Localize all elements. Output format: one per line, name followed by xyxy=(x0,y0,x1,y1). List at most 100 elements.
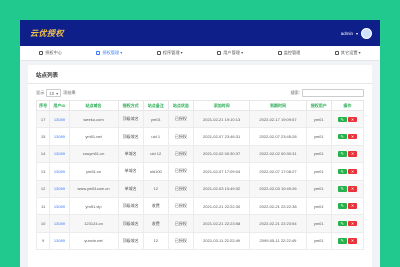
auth-user-cell: ym01 xyxy=(305,127,332,146)
auth-type-cell: 顶级域名 xyxy=(117,109,144,129)
logo: 云优授权 xyxy=(30,27,64,38)
site-status-cell: 已授权 xyxy=(167,109,194,129)
table-row: 11 13089 ym51.vip 顶级域名 收费 已授权 2021-02-21 22:22… xyxy=(35,196,365,216)
nav-item-other-settings[interactable]: 其它设置 ▾ xyxy=(334,50,361,56)
nav-item-monitor-manage[interactable]: 监控管理 xyxy=(277,50,300,56)
added-time-cell: 2021-02-21 22:23:58 xyxy=(192,214,251,233)
page-size-select[interactable]: 10 ▾ xyxy=(46,89,62,97)
auth-type-cell: 单域名 xyxy=(117,179,144,198)
show-label: 显示 xyxy=(36,90,45,95)
chevron-down-icon[interactable]: ▾ xyxy=(356,31,358,36)
site-note-cell: 12 xyxy=(142,179,169,198)
column-header[interactable]: 到期时间 xyxy=(249,100,307,111)
site-note-cell: uid 1 xyxy=(142,127,169,146)
column-header[interactable]: 站点域名 xyxy=(68,100,119,111)
column-header[interactable]: 用户ID xyxy=(49,100,70,111)
expire-time-cell: 2022-02-21 22:23:54 xyxy=(249,214,307,233)
trash-icon[interactable]: ✕ xyxy=(348,220,358,227)
trash-icon[interactable]: ✕ xyxy=(348,203,358,209)
user-id-cell[interactable]: 13089 xyxy=(49,179,70,198)
user-id-cell[interactable]: 13089 xyxy=(49,214,70,233)
avatar[interactable] xyxy=(361,27,372,39)
site-note-cell: ym01 xyxy=(142,109,169,129)
entries-label: 项结果 xyxy=(63,90,76,95)
table-row: 9 13089 yunxin.net 顶级域名 12 已授权 2021-03-11 22:2… xyxy=(35,231,365,251)
trash-icon[interactable]: ✕ xyxy=(348,186,358,192)
user-id-cell[interactable]: 13089 xyxy=(49,162,70,181)
edit-icon[interactable]: ✎ xyxy=(337,238,347,244)
row-id-cell: 17 xyxy=(35,109,51,129)
column-header[interactable]: 授权用户 xyxy=(305,100,332,111)
column-header[interactable]: 操作 xyxy=(330,100,365,111)
user-id-cell[interactable]: 13089 xyxy=(49,127,70,146)
user-id-cell[interactable]: 13089 xyxy=(49,196,70,216)
chevron-down-icon: ▾ xyxy=(56,90,59,96)
edit-icon[interactable]: ✎ xyxy=(337,220,347,227)
actions-cell: ✎ ✕ xyxy=(330,144,365,164)
expire-time-cell: 2022-02-07 23:45:28 xyxy=(249,127,307,146)
site-domain-cell: 123124.cn xyxy=(68,214,119,233)
expire-time-cell: 2022-02-07 17:08:27 xyxy=(249,162,307,181)
edit-icon[interactable]: ✎ xyxy=(337,186,347,192)
added-time-cell: 2021-02-21 19:10:13 xyxy=(192,109,251,129)
list-icon xyxy=(96,51,101,55)
actions-cell: ✎ ✕ xyxy=(330,162,365,181)
site-note-cell: uid 12 xyxy=(142,144,169,164)
main-nav: 授权中心 授权管理 ▾ 程序管理 ▾ 用户管理 ▾ 监控管理 其它设置 ▾ xyxy=(20,46,380,61)
auth-type-cell: 顶级域名 xyxy=(117,231,144,251)
trash-icon[interactable]: ✕ xyxy=(348,168,358,175)
monitor-icon xyxy=(277,51,282,55)
site-status-cell: 已授权 xyxy=(167,127,194,146)
edit-icon[interactable]: ✎ xyxy=(337,151,347,157)
site-note-cell: 收费 xyxy=(142,214,169,233)
edit-icon[interactable]: ✎ xyxy=(337,116,347,123)
table-row: 17 13089 weeku.com 顶级域名 ym01 已授权 2021-02-21 19… xyxy=(35,109,365,129)
added-time-cell: 2021-03-11 22:22:49 xyxy=(192,231,251,251)
table-header-row: 序号 用户ID 站点域名 授权方式 站点备注 站点状态 添加时间 到期时间 授权用户 操作 xyxy=(35,100,365,111)
site-domain-cell: ym51.cn xyxy=(68,162,119,181)
site-status-cell: 已授权 xyxy=(167,144,194,164)
nav-item-auth-manage[interactable]: 授权管理 ▾ xyxy=(96,50,122,56)
trash-icon[interactable]: ✕ xyxy=(348,133,358,140)
auth-user-cell: ym01 xyxy=(305,109,332,129)
trash-icon[interactable]: ✕ xyxy=(348,238,358,244)
column-header[interactable]: 序号 xyxy=(35,100,51,111)
column-header[interactable]: 站点状态 xyxy=(167,100,194,111)
username[interactable]: admin xyxy=(341,31,353,36)
column-header[interactable]: 授权方式 xyxy=(117,100,144,111)
site-table: 序号 用户ID 站点域名 授权方式 站点备注 站点状态 添加时间 到期时间 授权用户 操作 17 1… xyxy=(35,100,365,251)
nav-item-auth-center[interactable]: 授权中心 xyxy=(39,50,62,56)
column-header[interactable]: 添加时间 xyxy=(192,100,251,111)
nav-item-user-manage[interactable]: 用户管理 ▾ xyxy=(217,50,243,56)
edit-icon[interactable]: ✎ xyxy=(337,168,347,175)
table-row: 14 13089 cnuym51.cn 单域名 uid 12 已授权 2021-02-02 … xyxy=(35,144,365,164)
auth-type-cell: 顶级域名 xyxy=(117,196,144,216)
page-title: 站点列表 xyxy=(36,73,59,79)
actions-cell: ✎ ✕ xyxy=(330,196,365,216)
auth-user-cell: ym01 xyxy=(305,144,332,164)
site-note-cell: 12 xyxy=(142,231,169,251)
user-id-cell[interactable]: 13089 xyxy=(49,144,70,164)
edit-icon[interactable]: ✎ xyxy=(337,133,347,140)
site-status-cell: 已授权 xyxy=(167,214,194,233)
nav-item-program-manage[interactable]: 程序管理 ▾ xyxy=(156,50,183,56)
top-bar: 云优授权 admin ▾ xyxy=(20,20,380,46)
site-status-cell: 已授权 xyxy=(167,162,194,181)
row-id-cell: 12 xyxy=(35,179,51,198)
search-input[interactable] xyxy=(302,89,364,97)
site-list-card: 站点列表 显示 10 ▾ 项结果 搜索: 序号 用户ID 站点域名 授权方式 站点备注 站点… xyxy=(28,65,372,267)
actions-cell: ✎ ✕ xyxy=(330,109,365,129)
auth-user-cell: ym01 xyxy=(305,214,332,233)
trash-icon[interactable]: ✕ xyxy=(348,151,358,157)
edit-icon[interactable]: ✎ xyxy=(337,203,347,209)
trash-icon[interactable]: ✕ xyxy=(348,116,358,123)
auth-type-cell: 单域名 xyxy=(117,144,144,164)
user-id-cell[interactable]: 13089 xyxy=(49,231,70,251)
home-icon xyxy=(39,51,44,55)
column-header[interactable]: 站点备注 xyxy=(142,100,169,111)
row-id-cell: 9 xyxy=(35,231,51,251)
user-menu[interactable]: admin ▾ xyxy=(341,27,372,39)
added-time-cell: 2021-02-02 00:30:37 xyxy=(192,144,251,164)
user-id-cell[interactable]: 13089 xyxy=(49,109,70,129)
app-window: 云优授权 admin ▾ 授权中心 授权管理 ▾ 程序管理 ▾ 用户管理 ▾ 监… xyxy=(20,20,380,267)
